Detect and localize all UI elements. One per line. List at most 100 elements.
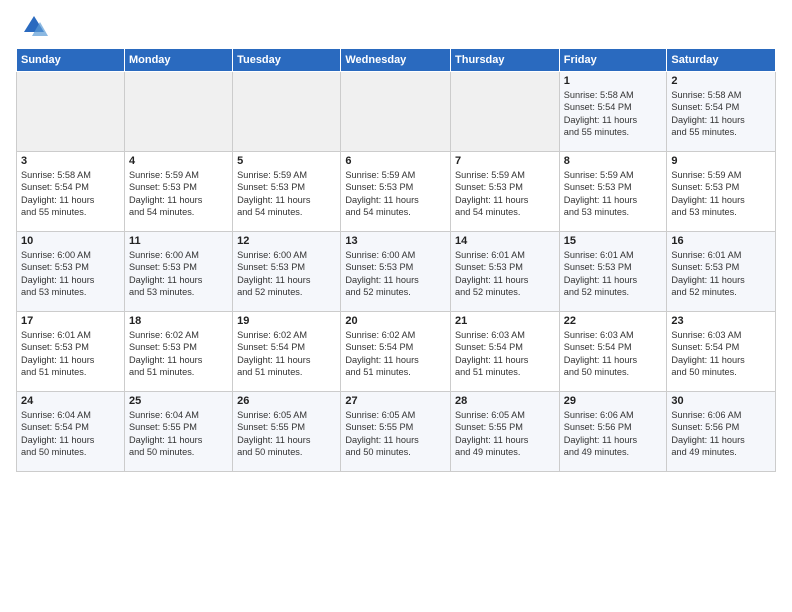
- day-number: 21: [455, 315, 555, 327]
- logo: [16, 12, 48, 40]
- day-number: 8: [564, 155, 663, 167]
- day-info: Sunrise: 6:00 AM Sunset: 5:53 PM Dayligh…: [345, 249, 446, 299]
- day-info: Sunrise: 5:59 AM Sunset: 5:53 PM Dayligh…: [345, 169, 446, 219]
- day-info: Sunrise: 5:59 AM Sunset: 5:53 PM Dayligh…: [129, 169, 228, 219]
- calendar-cell: 19Sunrise: 6:02 AM Sunset: 5:54 PM Dayli…: [233, 312, 341, 392]
- day-number: 13: [345, 235, 446, 247]
- day-number: 3: [21, 155, 120, 167]
- day-info: Sunrise: 6:00 AM Sunset: 5:53 PM Dayligh…: [237, 249, 336, 299]
- day-info: Sunrise: 5:59 AM Sunset: 5:53 PM Dayligh…: [455, 169, 555, 219]
- day-info: Sunrise: 5:59 AM Sunset: 5:53 PM Dayligh…: [237, 169, 336, 219]
- day-number: 5: [237, 155, 336, 167]
- day-number: 15: [564, 235, 663, 247]
- calendar-cell: 18 Sunrise: 6:02 AM Sunset: 5:53 PM Dayli…: [124, 312, 232, 392]
- weekday-header-wednesday: Wednesday: [341, 49, 451, 72]
- day-info: Sunrise: 6:05 AM Sunset: 5:55 PM Dayligh…: [455, 409, 555, 459]
- day-info: Sunrise: 5:59 AM Sunset: 5:53 PM Dayligh…: [564, 169, 663, 219]
- weekday-header-thursday: Thursday: [451, 49, 560, 72]
- calendar-cell: 6 Sunrise: 5:59 AM Sunset: 5:53 PM Daylig…: [341, 152, 451, 232]
- calendar-cell: 3 Sunrise: 5:58 AM Sunset: 5:54 PM Daylig…: [17, 152, 125, 232]
- day-number: 4: [129, 155, 228, 167]
- day-number: 22: [564, 315, 663, 327]
- calendar-cell: 7 Sunrise: 5:59 AM Sunset: 5:53 PM Daylig…: [451, 152, 560, 232]
- day-info: Sunrise: 6:00 AM Sunset: 5:53 PM Dayligh…: [129, 249, 228, 299]
- calendar-cell: 1 Sunrise: 5:58 AM Sunset: 5:54 PM Daylig…: [559, 72, 667, 152]
- day-number: 17: [21, 315, 120, 327]
- calendar-cell: [233, 72, 341, 152]
- day-info: Sunrise: 6:04 AM Sunset: 5:54 PM Dayligh…: [21, 409, 120, 459]
- day-info: Sunrise: 6:02 AM Sunset: 5:54 PM Dayligh…: [237, 329, 336, 379]
- header: [16, 12, 776, 40]
- calendar-cell: 13 Sunrise: 6:00 AM Sunset: 5:53 PM Dayli…: [341, 232, 451, 312]
- day-number: 25: [129, 395, 228, 407]
- day-number: 30: [671, 395, 771, 407]
- day-info: Sunrise: 5:59 AM Sunset: 5:53 PM Dayligh…: [671, 169, 771, 219]
- day-number: 28: [455, 395, 555, 407]
- calendar-cell: 25 Sunrise: 6:04 AM Sunset: 5:55 PM Dayli…: [124, 392, 232, 472]
- calendar-cell: 27 Sunrise: 6:05 AM Sunset: 5:55 PM Dayli…: [341, 392, 451, 472]
- calendar-cell: 28 Sunrise: 6:05 AM Sunset: 5:55 PM Dayli…: [451, 392, 560, 472]
- day-info: Sunrise: 6:02 AM Sunset: 5:53 PM Dayligh…: [129, 329, 228, 379]
- calendar-cell: [341, 72, 451, 152]
- calendar-cell: 30 Sunrise: 6:06 AM Sunset: 5:56 PM Dayli…: [667, 392, 776, 472]
- calendar-cell: 24 Sunrise: 6:04 AM Sunset: 5:54 PM Dayli…: [17, 392, 125, 472]
- calendar-cell: 10Sunrise: 6:00 AM Sunset: 5:53 PM Dayli…: [17, 232, 125, 312]
- day-number: 9: [671, 155, 771, 167]
- day-info: Sunrise: 6:02 AM Sunset: 5:54 PM Dayligh…: [345, 329, 446, 379]
- week-row-1: 3 Sunrise: 5:58 AM Sunset: 5:54 PM Daylig…: [17, 152, 776, 232]
- calendar-cell: 11 Sunrise: 6:00 AM Sunset: 5:53 PM Dayli…: [124, 232, 232, 312]
- day-number: 11: [129, 235, 228, 247]
- calendar-table: SundayMondayTuesdayWednesdayThursdayFrid…: [16, 48, 776, 472]
- day-info: Sunrise: 6:06 AM Sunset: 5:56 PM Dayligh…: [671, 409, 771, 459]
- calendar-cell: 17Sunrise: 6:01 AM Sunset: 5:53 PM Dayli…: [17, 312, 125, 392]
- week-row-2: 10Sunrise: 6:00 AM Sunset: 5:53 PM Dayli…: [17, 232, 776, 312]
- weekday-header-saturday: Saturday: [667, 49, 776, 72]
- day-number: 20: [345, 315, 446, 327]
- weekday-header-sunday: Sunday: [17, 49, 125, 72]
- day-number: 23: [671, 315, 771, 327]
- logo-icon: [20, 12, 48, 40]
- day-info: Sunrise: 6:04 AM Sunset: 5:55 PM Dayligh…: [129, 409, 228, 459]
- calendar-cell: 23 Sunrise: 6:03 AM Sunset: 5:54 PM Dayli…: [667, 312, 776, 392]
- weekday-header-friday: Friday: [559, 49, 667, 72]
- day-number: 24: [21, 395, 120, 407]
- calendar-cell: 29 Sunrise: 6:06 AM Sunset: 5:56 PM Dayli…: [559, 392, 667, 472]
- calendar-cell: 4 Sunrise: 5:59 AM Sunset: 5:53 PM Daylig…: [124, 152, 232, 232]
- calendar-cell: 9 Sunrise: 5:59 AM Sunset: 5:53 PM Daylig…: [667, 152, 776, 232]
- week-row-4: 24 Sunrise: 6:04 AM Sunset: 5:54 PM Dayli…: [17, 392, 776, 472]
- day-info: Sunrise: 6:03 AM Sunset: 5:54 PM Dayligh…: [564, 329, 663, 379]
- day-number: 18: [129, 315, 228, 327]
- day-info: Sunrise: 6:01 AM Sunset: 5:53 PM Dayligh…: [671, 249, 771, 299]
- day-number: 26: [237, 395, 336, 407]
- day-info: Sunrise: 5:58 AM Sunset: 5:54 PM Dayligh…: [21, 169, 120, 219]
- weekday-header-monday: Monday: [124, 49, 232, 72]
- day-number: 27: [345, 395, 446, 407]
- day-number: 29: [564, 395, 663, 407]
- day-info: Sunrise: 6:00 AM Sunset: 5:53 PM Dayligh…: [21, 249, 120, 299]
- day-info: Sunrise: 5:58 AM Sunset: 5:54 PM Dayligh…: [564, 89, 663, 139]
- calendar-cell: 15 Sunrise: 6:01 AM Sunset: 5:53 PM Dayli…: [559, 232, 667, 312]
- day-info: Sunrise: 6:05 AM Sunset: 5:55 PM Dayligh…: [345, 409, 446, 459]
- weekday-header-row: SundayMondayTuesdayWednesdayThursdayFrid…: [17, 49, 776, 72]
- day-number: 7: [455, 155, 555, 167]
- day-number: 12: [237, 235, 336, 247]
- day-info: Sunrise: 6:01 AM Sunset: 5:53 PM Dayligh…: [564, 249, 663, 299]
- calendar-cell: [124, 72, 232, 152]
- calendar-cell: [451, 72, 560, 152]
- calendar-cell: 20 Sunrise: 6:02 AM Sunset: 5:54 PM Dayli…: [341, 312, 451, 392]
- weekday-header-tuesday: Tuesday: [233, 49, 341, 72]
- week-row-0: 1 Sunrise: 5:58 AM Sunset: 5:54 PM Daylig…: [17, 72, 776, 152]
- day-number: 14: [455, 235, 555, 247]
- calendar-cell: 22 Sunrise: 6:03 AM Sunset: 5:54 PM Dayli…: [559, 312, 667, 392]
- day-number: 1: [564, 75, 663, 87]
- day-number: 6: [345, 155, 446, 167]
- day-info: Sunrise: 6:03 AM Sunset: 5:54 PM Dayligh…: [671, 329, 771, 379]
- day-info: Sunrise: 5:58 AM Sunset: 5:54 PM Dayligh…: [671, 89, 771, 139]
- calendar-cell: 2 Sunrise: 5:58 AM Sunset: 5:54 PM Daylig…: [667, 72, 776, 152]
- calendar-cell: 26 Sunrise: 6:05 AM Sunset: 5:55 PM Dayli…: [233, 392, 341, 472]
- calendar-cell: 16Sunrise: 6:01 AM Sunset: 5:53 PM Dayli…: [667, 232, 776, 312]
- day-info: Sunrise: 6:05 AM Sunset: 5:55 PM Dayligh…: [237, 409, 336, 459]
- day-info: Sunrise: 6:06 AM Sunset: 5:56 PM Dayligh…: [564, 409, 663, 459]
- calendar-cell: 8 Sunrise: 5:59 AM Sunset: 5:53 PM Daylig…: [559, 152, 667, 232]
- day-number: 2: [671, 75, 771, 87]
